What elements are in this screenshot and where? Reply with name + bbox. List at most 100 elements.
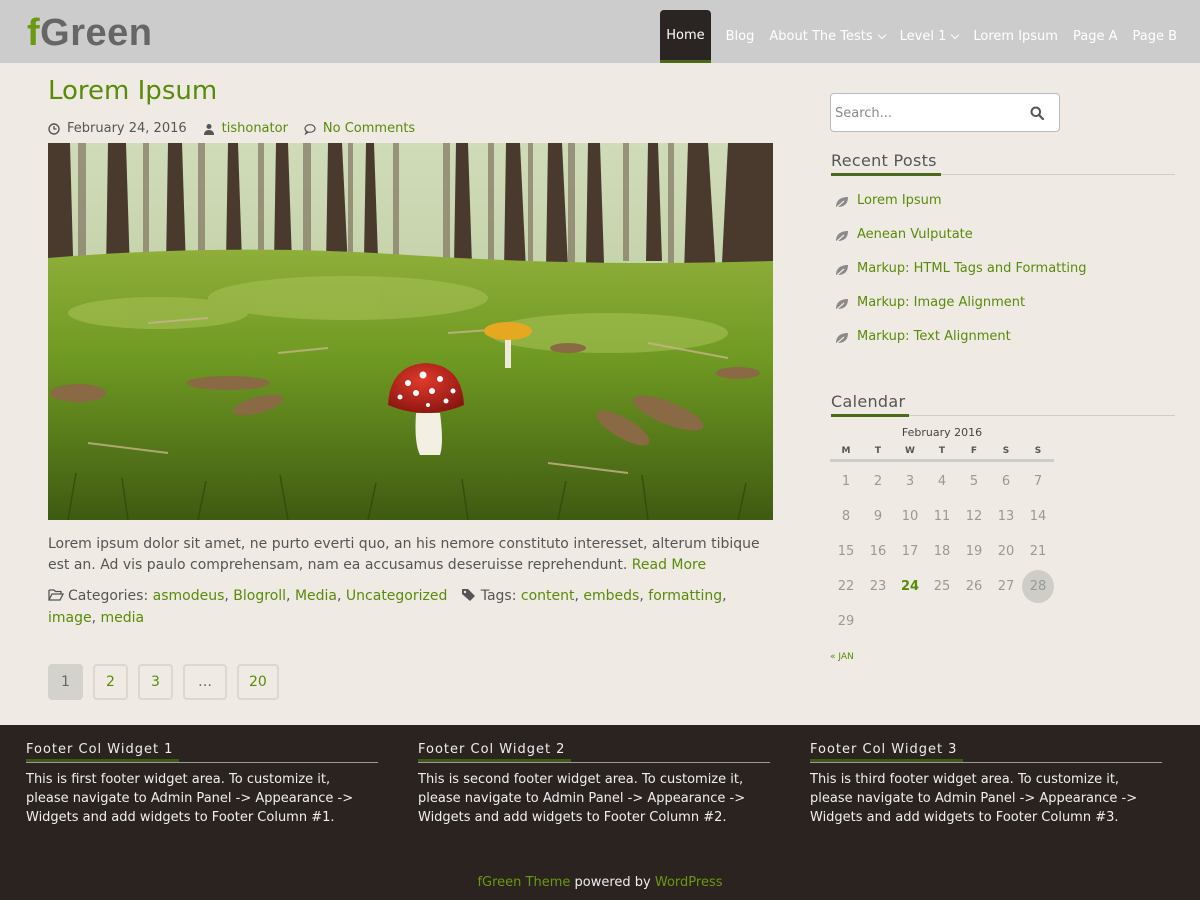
read-more-link[interactable]: Read More (632, 557, 706, 573)
post-date: February 24, 2016 (67, 121, 187, 136)
post-author-link[interactable]: tishonator (222, 121, 288, 136)
recent-post-item: Aenean Vulputate (835, 227, 1086, 261)
clock-icon (48, 122, 60, 135)
post-excerpt: Lorem ipsum dolor sit amet, ne purto eve… (48, 534, 773, 576)
leaf-icon (835, 333, 848, 345)
footer-col-1: Footer Col Widget 1 This is first footer… (26, 742, 378, 827)
footer-col-3: Footer Col Widget 3 This is third footer… (810, 742, 1162, 827)
page-1-current: 1 (48, 664, 83, 700)
nav-label: Page B (1132, 29, 1177, 44)
calendar-day: 1 (841, 474, 851, 489)
weekday: T (874, 446, 882, 456)
calendar-day: 22 (837, 579, 855, 594)
chevron-down-icon (877, 30, 886, 39)
footer-col-2: Footer Col Widget 2 This is second foote… (418, 742, 770, 827)
page-3-link[interactable]: 3 (138, 664, 173, 700)
calendar-day: 23 (869, 579, 887, 594)
weekday: M (841, 446, 851, 456)
category-link-media[interactable]: Media (295, 588, 337, 604)
recent-posts-title: Recent Posts (831, 151, 1175, 176)
footer-col-text: This is first footer widget area. To cus… (26, 772, 354, 825)
category-link-blogroll[interactable]: Blogroll (233, 588, 286, 604)
nav-item-home[interactable]: Home (660, 10, 711, 63)
main-nav: Home Blog About The Tests Level 1 Lorem … (660, 10, 1182, 63)
calendar-day: 26 (965, 579, 983, 594)
calendar-day: 9 (873, 509, 883, 524)
page-20-link[interactable]: 20 (237, 664, 279, 700)
search-icon[interactable] (1030, 106, 1044, 120)
forest-mushroom-image (48, 143, 773, 520)
calendar-prev-month-link[interactable]: « JAN (830, 652, 854, 662)
recent-post-item: Markup: Image Alignment (835, 295, 1086, 329)
post-title[interactable]: Lorem Ipsum (48, 76, 217, 106)
calendar-day: 6 (1001, 474, 1011, 489)
footer-col-title: Footer Col Widget 1 (26, 742, 378, 763)
footer-col-title: Footer Col Widget 2 (418, 742, 770, 763)
nav-item-about-the-tests[interactable]: About The Tests (764, 10, 889, 63)
page-ellipsis: … (183, 664, 227, 700)
recent-post-link[interactable]: Markup: Image Alignment (857, 295, 1025, 310)
calendar-day: 13 (997, 509, 1015, 524)
nav-label: Level 1 (899, 29, 947, 44)
recent-post-link[interactable]: Aenean Vulputate (857, 227, 973, 242)
category-link-uncategorized[interactable]: Uncategorized (346, 588, 447, 604)
logo-first-letter: f (27, 12, 41, 54)
calendar-day: 21 (1029, 544, 1047, 559)
calendar-days: 1 2 3 4 5 6 7 8 9 10 11 12 13 14 15 16 17 18 19 20 21 22 23 24 2… (830, 464, 1054, 639)
tags-icon (461, 589, 475, 601)
weekday: W (905, 446, 915, 456)
nav-item-page-b[interactable]: Page B (1127, 10, 1182, 63)
search-input[interactable] (835, 103, 1015, 123)
post-terms: Categories: asmodeus, Blogroll, Media, U… (48, 588, 727, 626)
nav-label: Lorem Ipsum (973, 29, 1058, 44)
wordpress-credit-link[interactable]: WordPress (655, 875, 723, 890)
chevron-down-icon (951, 30, 960, 39)
post-comments-link[interactable]: No Comments (323, 121, 415, 136)
recent-post-link[interactable]: Markup: HTML Tags and Formatting (857, 261, 1086, 276)
leaf-icon (835, 197, 848, 209)
calendar-day: 17 (901, 544, 919, 559)
nav-label: Blog (725, 29, 755, 44)
calendar-day: 16 (869, 544, 887, 559)
tag-link-formatting[interactable]: formatting (648, 588, 722, 604)
nav-item-lorem-ipsum[interactable]: Lorem Ipsum (968, 10, 1063, 63)
recent-post-item: Markup: Text Alignment (835, 329, 1086, 363)
calendar-title-text: Calendar (831, 392, 910, 417)
credit-middle-text: powered by (574, 875, 651, 890)
tags-label: Tags: (480, 588, 517, 604)
user-icon (203, 123, 214, 135)
post-title-link[interactable]: Lorem Ipsum (48, 76, 217, 106)
footer-col-title: Footer Col Widget 3 (810, 742, 1162, 763)
featured-image[interactable] (48, 143, 773, 520)
calendar-day: 12 (965, 509, 983, 524)
recent-posts-list: Lorem Ipsum Aenean Vulputate Markup: HTM… (835, 193, 1086, 363)
recent-post-link[interactable]: Markup: Text Alignment (857, 329, 1011, 344)
calendar-caption: February 2016 (901, 426, 983, 439)
leaf-icon (835, 231, 848, 243)
nav-item-blog[interactable]: Blog (721, 10, 760, 63)
nav-label: Home (666, 27, 705, 43)
footer-col-text: This is third footer widget area. To cus… (810, 772, 1138, 825)
nav-label: About The Tests (769, 29, 873, 44)
recent-posts-title-text: Recent Posts (831, 151, 941, 176)
calendar-day: 28 (1022, 569, 1054, 604)
calendar-day: 27 (997, 579, 1015, 594)
recent-post-link[interactable]: Lorem Ipsum (857, 193, 942, 208)
folder-open-icon (48, 589, 64, 601)
tag-link-content[interactable]: content (521, 588, 575, 604)
tag-link-embeds[interactable]: embeds (583, 588, 639, 604)
page-2-link[interactable]: 2 (93, 664, 128, 700)
tag-link-image[interactable]: image (48, 610, 92, 626)
calendar-widget: February 2016 M T W T F S S 1 2 3 4 5 6 7 8 9 10 1… (830, 426, 1054, 639)
calendar-day-link[interactable]: 24 (894, 569, 926, 604)
nav-item-page-a[interactable]: Page A (1068, 10, 1123, 63)
post-meta: February 24, 2016 tishonator No Comments (48, 121, 415, 136)
theme-credit-link[interactable]: fGreen Theme (477, 875, 570, 890)
nav-item-level-1[interactable]: Level 1 (895, 10, 964, 63)
category-link-asmodeus[interactable]: asmodeus (153, 588, 225, 604)
footer-col-text: This is second footer widget area. To cu… (418, 772, 746, 825)
site-logo[interactable]: fGreen (27, 12, 152, 55)
calendar-day: 11 (933, 509, 951, 524)
leaf-icon (835, 265, 848, 277)
tag-link-media[interactable]: media (101, 610, 145, 626)
